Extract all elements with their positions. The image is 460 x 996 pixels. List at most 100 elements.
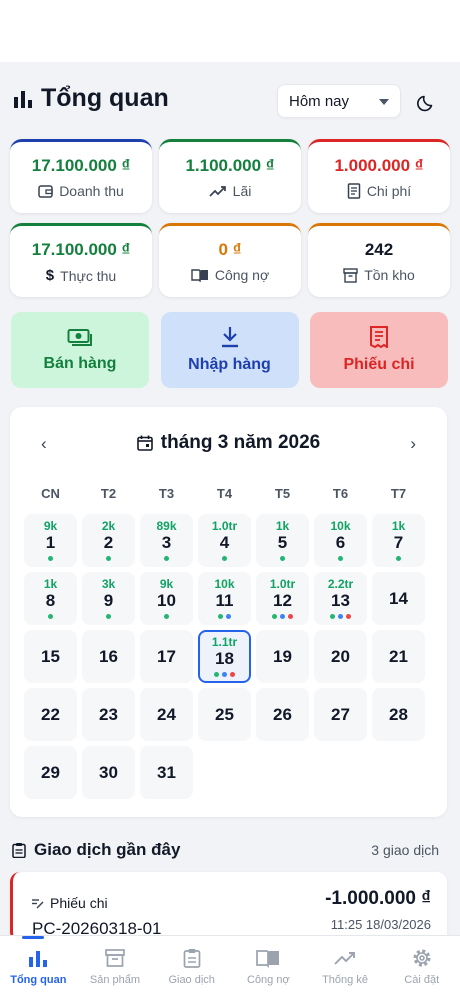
stat-debt[interactable]: 0 ₫ Công nợ: [159, 223, 301, 297]
archive-icon: [105, 949, 125, 967]
sell-button[interactable]: Bán hàng: [11, 312, 149, 388]
stat-expense[interactable]: 1.000.000 ₫ Chi phí: [308, 139, 450, 213]
tab-label: Giao dịch: [168, 974, 215, 986]
weekday-label: T3: [158, 486, 175, 501]
active-tab-indicator: [22, 936, 44, 939]
calendar-day[interactable]: 2.2tr 13: [314, 572, 367, 625]
calendar-days: 9k 1 2k 2 89k 3 1.0tr 4 1k 5 10k 6 1k 7 1k 8 3k 9 9k 10 10k 1…: [24, 514, 425, 799]
calendar-day[interactable]: 2k 2: [82, 514, 135, 567]
day-dot: [280, 613, 285, 619]
calendar-day[interactable]: 9k 10: [140, 572, 193, 625]
calendar-day[interactable]: 19: [256, 630, 309, 683]
tab-overview[interactable]: Tổng quan: [0, 936, 77, 996]
calendar-day[interactable]: 1.1tr 18: [198, 630, 251, 683]
calendar-day[interactable]: 22: [24, 688, 77, 741]
calendar-day[interactable]: 89k 3: [140, 514, 193, 567]
receipt-icon: [347, 183, 361, 199]
stat-label: Tồn kho: [364, 267, 415, 283]
wallet-icon: [38, 184, 53, 198]
day-indicator-dots: [106, 555, 111, 562]
day-number: 13: [331, 590, 350, 610]
calendar-day[interactable]: 15: [24, 630, 77, 683]
sell-label: Bán hàng: [43, 355, 117, 372]
stat-revenue[interactable]: 17.100.000 ₫ Doanh thu: [10, 139, 152, 213]
calendar-day[interactable]: 31: [140, 746, 193, 799]
day-number: 11: [215, 590, 234, 610]
calendar-day[interactable]: 28: [372, 688, 425, 741]
day-dot: [272, 613, 277, 619]
tab-transactions[interactable]: Giao dịch: [153, 936, 230, 996]
day-dot: [226, 613, 231, 619]
clipboard-icon: [183, 949, 201, 968]
calendar-day[interactable]: 1k 5: [256, 514, 309, 567]
calendar-day[interactable]: 21: [372, 630, 425, 683]
calendar-day[interactable]: 25: [198, 688, 251, 741]
day-number: 14: [389, 588, 408, 608]
transaction-item[interactable]: Phiếu chi PC-20260318-01 -1.000.000 ₫ 11…: [10, 872, 447, 942]
calendar-day[interactable]: 9k 1: [24, 514, 77, 567]
day-indicator-dots: [48, 613, 53, 620]
tab-label: Thống kê: [322, 974, 368, 986]
calendar-day[interactable]: 16: [82, 630, 135, 683]
calendar-day[interactable]: 23: [82, 688, 135, 741]
calendar-day[interactable]: 1.0tr 4: [198, 514, 251, 567]
calendar-day[interactable]: 27: [314, 688, 367, 741]
day-number: 6: [335, 532, 346, 552]
calendar-day[interactable]: 1.0tr 12: [256, 572, 309, 625]
tab-products[interactable]: Sản phẩm: [77, 936, 154, 996]
day-amount: 1k: [391, 518, 406, 533]
box-icon: [343, 267, 358, 283]
day-dot: [222, 671, 227, 677]
calendar-day[interactable]: 20: [314, 630, 367, 683]
calendar-card: ‹ tháng 3 năm 2026 › CN T2 T3 T4 T5 T6 T…: [10, 407, 447, 817]
day-dot: [338, 555, 343, 561]
calendar-day[interactable]: 26: [256, 688, 309, 741]
stat-collected[interactable]: 17.100.000 ₫ $ Thực thu: [10, 223, 152, 297]
receipt-icon: [370, 326, 388, 348]
download-icon: [221, 327, 238, 348]
tab-label: Công nợ: [247, 974, 290, 986]
import-button[interactable]: Nhập hàng: [160, 312, 299, 388]
weekday-label: T4: [216, 486, 233, 501]
calendar-day[interactable]: 1k 8: [24, 572, 77, 625]
stat-label: Chi phí: [366, 183, 412, 199]
expense-button[interactable]: Phiếu chi: [310, 312, 448, 388]
day-amount: 1.0tr: [211, 518, 238, 533]
tab-settings[interactable]: Cài đặt: [383, 936, 460, 996]
tab-stats[interactable]: Thống kê: [307, 936, 384, 996]
moon-icon[interactable]: [416, 91, 438, 113]
day-number: 8: [45, 590, 56, 610]
next-month-button[interactable]: ›: [410, 434, 416, 454]
calendar-day[interactable]: 1k 7: [372, 514, 425, 567]
calendar-day[interactable]: 17: [140, 630, 193, 683]
stat-label: Thực thu: [60, 267, 117, 284]
stat-profit[interactable]: 1.100.000 ₫ Lãi: [159, 139, 301, 213]
page-title: Tổng quan: [41, 84, 169, 112]
day-number: 3: [161, 532, 172, 552]
stat-value: 17.100.000 ₫: [31, 156, 131, 175]
bottom-tab-bar: Tổng quan Sản phẩm Giao dịch Công nợ Thố…: [0, 935, 460, 996]
day-dot: [338, 613, 343, 619]
day-amount: 2k: [101, 518, 116, 533]
calendar-day[interactable]: 30: [82, 746, 135, 799]
quick-actions: Bán hàng Nhập hàng Phiếu chi: [11, 312, 448, 388]
status-bar: [0, 0, 460, 62]
tab-debts[interactable]: Công nợ: [230, 936, 307, 996]
calendar-day[interactable]: 10k 11: [198, 572, 251, 625]
day-dot: [48, 555, 53, 561]
day-amount: 9k: [43, 518, 58, 533]
tab-label: Tổng quan: [10, 974, 67, 986]
calendar-day[interactable]: 14: [372, 572, 425, 625]
day-number: 7: [393, 532, 404, 552]
day-dot: [222, 555, 227, 561]
calendar-day[interactable]: 3k 9: [82, 572, 135, 625]
calendar-day[interactable]: 29: [24, 746, 77, 799]
dollar-icon: $: [45, 267, 55, 284]
day-number: 17: [157, 646, 176, 666]
calendar-day[interactable]: 24: [140, 688, 193, 741]
period-select[interactable]: Hôm nay: [277, 84, 401, 118]
day-number: 15: [41, 646, 60, 666]
day-number: 20: [331, 646, 350, 666]
calendar-day[interactable]: 10k 6: [314, 514, 367, 567]
stat-inventory[interactable]: 242 Tồn kho: [308, 223, 450, 297]
